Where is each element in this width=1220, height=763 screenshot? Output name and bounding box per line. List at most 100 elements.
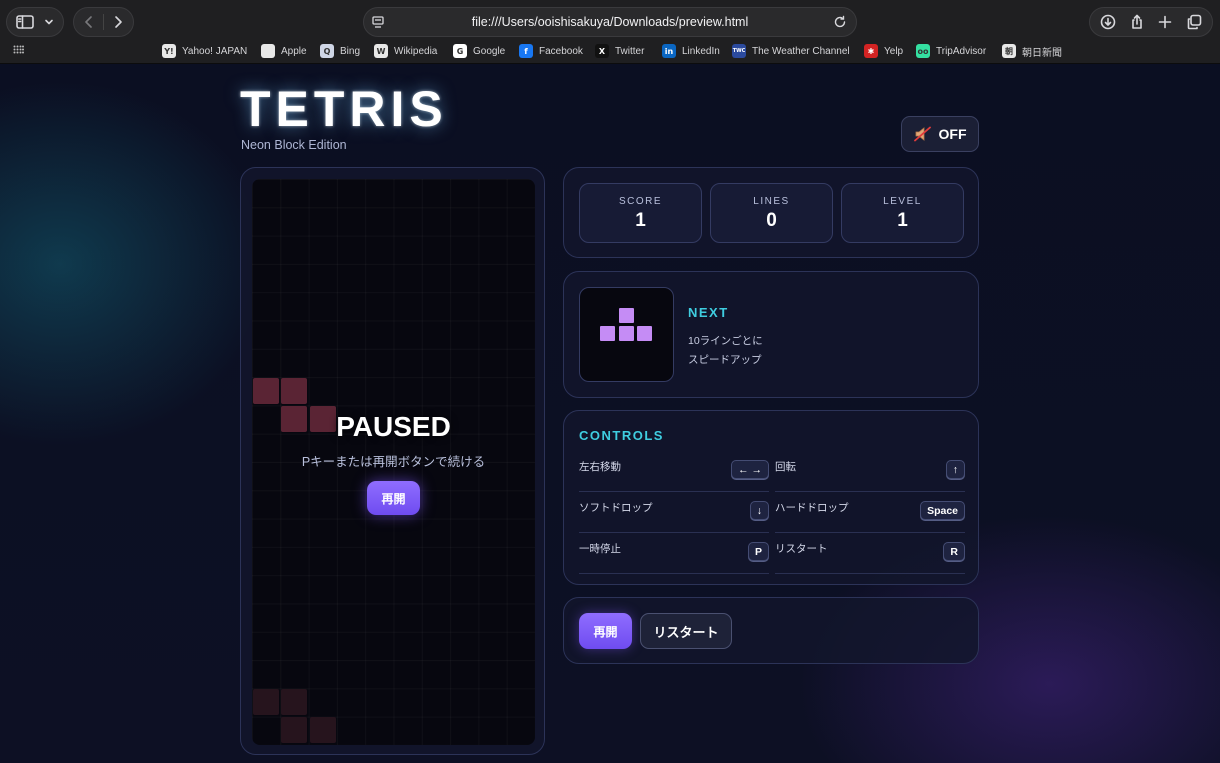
- wikipedia-icon: W: [374, 44, 388, 58]
- control-row-pause: 一時停止 P: [579, 533, 769, 574]
- control-row-move: 左右移動 ← →: [579, 451, 769, 492]
- key-badge: ↓: [749, 501, 769, 520]
- bookmark-yelp[interactable]: ✱ Yelp: [864, 43, 903, 59]
- actions-panel: 再開 リスタート: [563, 597, 979, 664]
- twitter-icon: X: [595, 44, 609, 58]
- key-badge: R: [943, 542, 965, 561]
- chevron-left-icon: [85, 16, 92, 28]
- lines-value: 0: [766, 210, 777, 231]
- lines-card: LINES 0: [710, 183, 833, 243]
- reload-icon[interactable]: [833, 15, 847, 29]
- sidebar-toggle-button[interactable]: [6, 7, 64, 37]
- key-badge: Space: [920, 501, 965, 520]
- control-label: リスタート: [775, 543, 828, 555]
- apps-grid-icon[interactable]: [13, 45, 24, 54]
- controls-title: CONTROLS: [579, 428, 664, 443]
- restart-button[interactable]: リスタート: [640, 613, 732, 649]
- next-piece-cell: [619, 308, 634, 323]
- level-label: LEVEL: [883, 196, 922, 207]
- game-board-panel: PAUSED Pキーまたは再開ボタンで続ける 再開: [240, 167, 545, 755]
- yahoo-icon: Y!: [162, 44, 176, 58]
- bookmark-linkedin[interactable]: in LinkedIn: [662, 43, 720, 59]
- control-label: ハードドロップ: [775, 502, 849, 514]
- bookmark-apple[interactable]: Apple: [261, 43, 307, 59]
- bookmark-label: Wikipedia: [394, 45, 438, 57]
- lines-label: LINES: [753, 196, 790, 207]
- bookmark-label: LinkedIn: [682, 45, 720, 57]
- new-tab-icon[interactable]: [1157, 14, 1173, 30]
- resume-button[interactable]: 再開: [579, 613, 632, 649]
- chevron-right-icon: [115, 16, 122, 28]
- paused-hint: Pキーまたは再開ボタンで続ける: [301, 455, 486, 469]
- bookmark-label: Bing: [340, 45, 361, 57]
- stats-panel: SCORE 1 LINES 0 LEVEL 1: [563, 167, 979, 258]
- bookmark-asahi[interactable]: 朝朝日新聞: [1002, 43, 1062, 59]
- next-piece-cell: [619, 326, 634, 341]
- score-value: 1: [635, 210, 646, 231]
- bookmark-facebook[interactable]: f Facebook: [519, 43, 583, 59]
- next-piece-cell: [637, 326, 652, 341]
- next-note-line: スピードアップ: [688, 354, 762, 366]
- asahi-icon: 朝: [1002, 44, 1016, 58]
- score-label: SCORE: [618, 196, 663, 207]
- control-row-restart: リスタート R: [775, 533, 965, 574]
- right-toolbar: [1089, 7, 1213, 37]
- share-icon[interactable]: [1129, 14, 1145, 30]
- control-row-hard-drop: ハードドロップ Space: [775, 492, 965, 533]
- control-label: 回転: [775, 461, 796, 473]
- page-title: TETRIS: [240, 81, 448, 137]
- bookmark-google[interactable]: G Google: [453, 43, 505, 59]
- next-note-line: 10ラインごとに: [688, 335, 763, 347]
- google-icon: G: [453, 44, 467, 58]
- bookmark-twitter[interactable]: X Twitter: [595, 43, 644, 59]
- level-value: 1: [897, 210, 908, 231]
- nav-buttons: [73, 7, 134, 37]
- key-badge: P: [747, 542, 769, 561]
- overlay-resume-button[interactable]: 再開: [367, 481, 420, 515]
- tab-overview-icon[interactable]: [1186, 14, 1202, 30]
- next-title: NEXT: [688, 305, 729, 320]
- bookmark-weather-channel[interactable]: TWC The Weather Channel: [732, 43, 850, 59]
- control-label: ソフトドロップ: [579, 502, 653, 514]
- bookmark-label: Twitter: [615, 45, 645, 57]
- bookmark-label: The Weather Channel: [752, 45, 850, 57]
- control-label: 一時停止: [579, 543, 621, 555]
- sound-toggle-button[interactable]: OFF: [901, 116, 979, 152]
- sidebar-icon: [16, 15, 34, 29]
- bookmark-label: TripAdvisor: [936, 45, 987, 57]
- controls-panel: CONTROLS 左右移動 ← → 回転 ↑ ソフトドロップ ↓ ハードドロップ…: [563, 410, 979, 585]
- sound-label: OFF: [938, 126, 967, 142]
- tetris-page: TETRIS Neon Block Edition OFF PAUSED Pキー…: [0, 64, 1220, 763]
- forward-button[interactable]: [104, 15, 132, 29]
- control-row-rotate: 回転 ↑: [775, 451, 965, 492]
- address-bar[interactable]: file:///Users/ooishisakuya/Downloads/pre…: [363, 7, 857, 37]
- control-row-soft-drop: ソフトドロップ ↓: [579, 492, 769, 533]
- bookmark-wikipedia[interactable]: W Wikipedia: [374, 43, 437, 59]
- linkedin-icon: in: [662, 44, 676, 58]
- bookmark-bing[interactable]: Q Bing: [320, 43, 360, 59]
- score-card: SCORE 1: [579, 183, 702, 243]
- bookmark-yahoo[interactable]: Y! Yahoo! JAPAN: [162, 43, 247, 59]
- bookmarks-bar: Y! Yahoo! JAPAN Apple Q Bing W Wikipedia G Googl…: [0, 42, 1220, 60]
- bookmark-label: Google: [473, 45, 506, 57]
- weather-channel-icon: TWC: [732, 44, 746, 58]
- page-subtitle: Neon Block Edition: [241, 138, 347, 152]
- chevron-down-icon: [45, 19, 53, 25]
- bookmark-tripadvisor[interactable]: oo TripAdvisor: [916, 43, 986, 59]
- next-piece-cell: [600, 326, 615, 341]
- bing-icon: Q: [320, 44, 334, 58]
- tripadvisor-icon: oo: [916, 44, 930, 58]
- control-label: 左右移動: [579, 461, 621, 473]
- paused-title: PAUSED: [336, 411, 451, 442]
- browser-toolbar: file:///Users/ooishisakuya/Downloads/pre…: [0, 0, 1220, 64]
- back-button[interactable]: [75, 15, 103, 29]
- download-icon[interactable]: [1100, 14, 1116, 30]
- game-board[interactable]: PAUSED Pキーまたは再開ボタンで続ける 再開: [252, 179, 535, 745]
- key-badge: ← →: [731, 460, 769, 479]
- bookmark-label: Apple: [281, 45, 307, 57]
- apple-icon: [261, 44, 275, 58]
- pause-overlay: PAUSED Pキーまたは再開ボタンで続ける 再開: [252, 179, 535, 745]
- yelp-icon: ✱: [864, 44, 878, 58]
- speaker-muted-icon: [913, 126, 931, 142]
- key-badge: ↑: [945, 460, 965, 479]
